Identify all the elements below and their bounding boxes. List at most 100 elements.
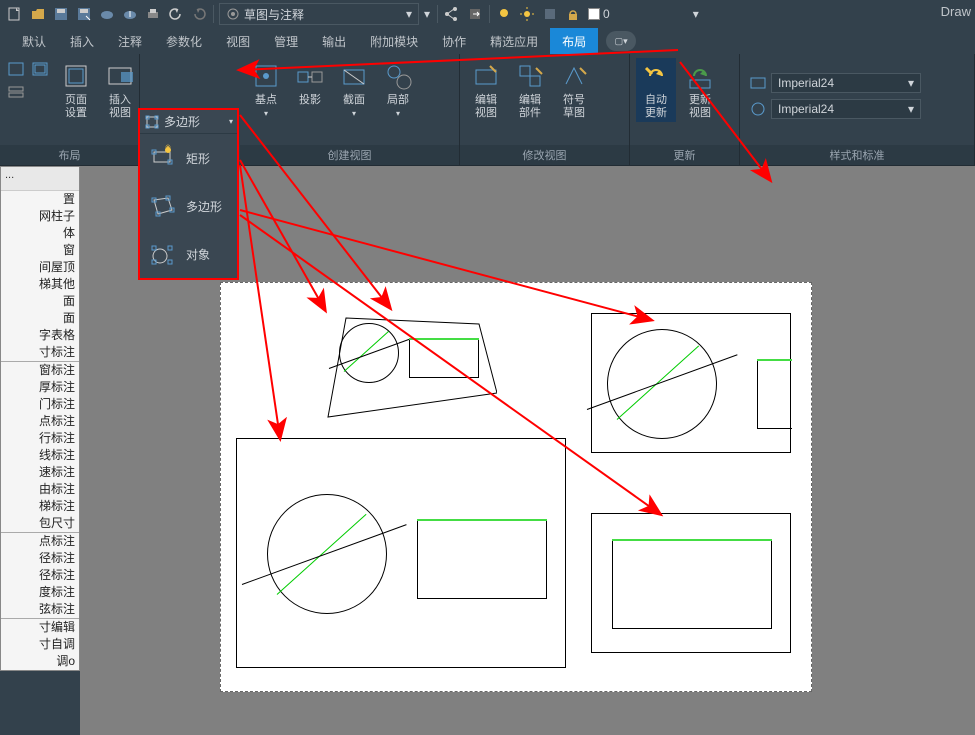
page-setup-button[interactable]: 页面设置 (56, 58, 96, 122)
list-item[interactable]: 网柱子 (1, 208, 79, 225)
tab-featured[interactable]: 精选应用 (478, 28, 550, 54)
share-icon[interactable] (441, 3, 463, 25)
poly-item-object[interactable]: 对象 (140, 230, 237, 278)
section-view-button[interactable]: 截面 ▾ (334, 58, 374, 120)
base-view-button[interactable]: 基点 ▾ (246, 58, 286, 120)
layer-color[interactable]: 0 ▾ (588, 7, 699, 21)
side-tool-palette: ... 置 网柱子 体 窗 间屋顶 梯其他 面 面 字表格 寸标注 窗标注 厚标… (0, 166, 80, 671)
poly-item-rectangle[interactable]: 矩形 (140, 134, 237, 182)
symbol-sketch-button[interactable]: 符号草图 (554, 58, 594, 122)
separator (489, 5, 490, 23)
list-item[interactable]: 弦标注 (1, 601, 79, 618)
style-dropdown-2[interactable]: Imperial24 ▾ (771, 99, 921, 119)
bulb-icon[interactable] (493, 3, 515, 25)
tab-manage[interactable]: 管理 (262, 28, 310, 54)
project-label: 投影 (299, 94, 321, 107)
poly-item-polygon[interactable]: 多边形 (140, 182, 237, 230)
list-item[interactable]: 寸自调 (1, 636, 79, 653)
list-item[interactable]: 度标注 (1, 584, 79, 601)
tab-layout[interactable]: 布局 (550, 28, 598, 54)
tab-insert[interactable]: 插入 (58, 28, 106, 54)
list-item[interactable]: 点标注 (1, 533, 79, 550)
detail-view-button[interactable]: 局部 ▾ (378, 58, 418, 120)
poly-rect-label: 矩形 (186, 150, 210, 167)
new-layout-icon[interactable] (6, 58, 28, 80)
sun-icon[interactable] (516, 3, 538, 25)
paper-space[interactable] (220, 282, 812, 692)
edit-components-button[interactable]: 编辑部件 (510, 58, 550, 122)
list-item[interactable]: 面 (1, 310, 79, 327)
tab-parametric[interactable]: 参数化 (154, 28, 214, 54)
edit-view-button[interactable]: 编辑视图 (466, 58, 506, 122)
saveas-icon[interactable] (73, 3, 95, 25)
list-item[interactable]: 径标注 (1, 567, 79, 584)
list-item[interactable]: 体 (1, 225, 79, 242)
lock-icon[interactable] (562, 3, 584, 25)
tab-view[interactable]: 视图 (214, 28, 262, 54)
cloud-open-icon[interactable] (96, 3, 118, 25)
list-item[interactable]: 字表格 (1, 327, 79, 344)
layout-from-template-icon[interactable] (30, 58, 52, 80)
freeze-icon[interactable] (539, 3, 561, 25)
list-item[interactable]: 行标注 (1, 430, 79, 447)
cloud-save-icon[interactable] (119, 3, 141, 25)
list-item[interactable]: 间屋顶 (1, 259, 79, 276)
undo-icon[interactable] (165, 3, 187, 25)
auto-update-label: 自动更新 (645, 94, 667, 120)
list-item[interactable]: 梯标注 (1, 498, 79, 515)
list-item[interactable]: 寸编辑 (1, 619, 79, 636)
chevron-down-icon[interactable]: ▾ (424, 7, 430, 21)
projected-view-button[interactable]: 投影 (290, 58, 330, 109)
list-item[interactable]: 窗标注 (1, 362, 79, 379)
list-item[interactable]: 包尺寸 (1, 515, 79, 532)
list-item[interactable]: 由标注 (1, 481, 79, 498)
gear-icon (226, 7, 240, 21)
list-item[interactable]: 面 (1, 293, 79, 310)
open-icon[interactable] (27, 3, 49, 25)
list-item[interactable]: 门标注 (1, 396, 79, 413)
tab-extra[interactable]: ▢▾ (606, 31, 636, 51)
chevron-down-icon: ▾ (229, 117, 233, 126)
polygon-dropdown-header[interactable]: 多边形 ▾ (140, 110, 237, 134)
chevron-down-icon: ▾ (396, 109, 400, 118)
list-item[interactable]: 调o (1, 653, 79, 670)
rect-top-green (757, 359, 792, 361)
panel-update: 自动更新 更新视图 更新 (630, 54, 740, 165)
tab-annotate[interactable]: 注释 (106, 28, 154, 54)
tab-addins[interactable]: 附加模块 (358, 28, 430, 54)
redo-icon[interactable] (188, 3, 210, 25)
save-icon[interactable] (50, 3, 72, 25)
viewport-rectangle-top-right[interactable] (591, 313, 791, 453)
viewport-object-bottom-right[interactable] (591, 513, 791, 653)
viewport-rectangle-bottom-left[interactable] (236, 438, 566, 668)
update-view-button[interactable]: 更新视图 (680, 58, 720, 122)
list-item[interactable]: 点标注 (1, 413, 79, 430)
workspace-selector[interactable]: 草图与注释 ▾ (219, 3, 419, 25)
workspace-label: 草图与注释 (244, 6, 304, 23)
tab-output[interactable]: 输出 (310, 28, 358, 54)
new-icon[interactable] (4, 3, 26, 25)
layout-list-icon[interactable] (6, 82, 28, 104)
list-item[interactable]: 径标注 (1, 550, 79, 567)
side-header[interactable]: ... (1, 167, 79, 191)
rect-top-green (612, 539, 772, 541)
list-item[interactable]: 线标注 (1, 447, 79, 464)
tab-default[interactable]: 默认 (10, 28, 58, 54)
list-item[interactable]: 厚标注 (1, 379, 79, 396)
export-icon[interactable] (464, 3, 486, 25)
auto-update-button[interactable]: 自动更新 (636, 58, 676, 122)
print-icon[interactable] (142, 3, 164, 25)
style-dropdown-1[interactable]: Imperial24 ▾ (771, 73, 921, 93)
list-item[interactable]: 梯其他 (1, 276, 79, 293)
chevron-down-icon: ▾ (264, 109, 268, 118)
rect-shape (757, 359, 792, 429)
list-item[interactable]: 速标注 (1, 464, 79, 481)
list-item[interactable]: 寸标注 (1, 344, 79, 361)
list-item[interactable]: 窗 (1, 242, 79, 259)
insert-view-button[interactable]: 插入视图 (100, 58, 140, 122)
side-list-group2: 窗标注 厚标注 门标注 点标注 行标注 线标注 速标注 由标注 梯标注 包尺寸 (1, 362, 79, 532)
tab-collaborate[interactable]: 协作 (430, 28, 478, 54)
side-list-group4: 寸编辑 寸自调 调o (1, 619, 79, 670)
side-list-group3: 点标注 径标注 径标注 度标注 弦标注 (1, 533, 79, 618)
list-item[interactable]: 置 (1, 191, 79, 208)
